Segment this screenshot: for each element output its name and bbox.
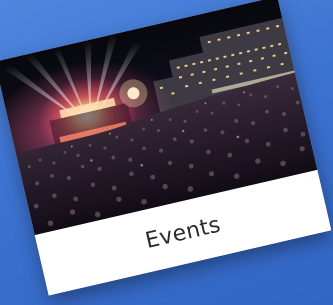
events-tile[interactable]: Events — [0, 0, 332, 296]
events-label: Events — [143, 211, 223, 254]
